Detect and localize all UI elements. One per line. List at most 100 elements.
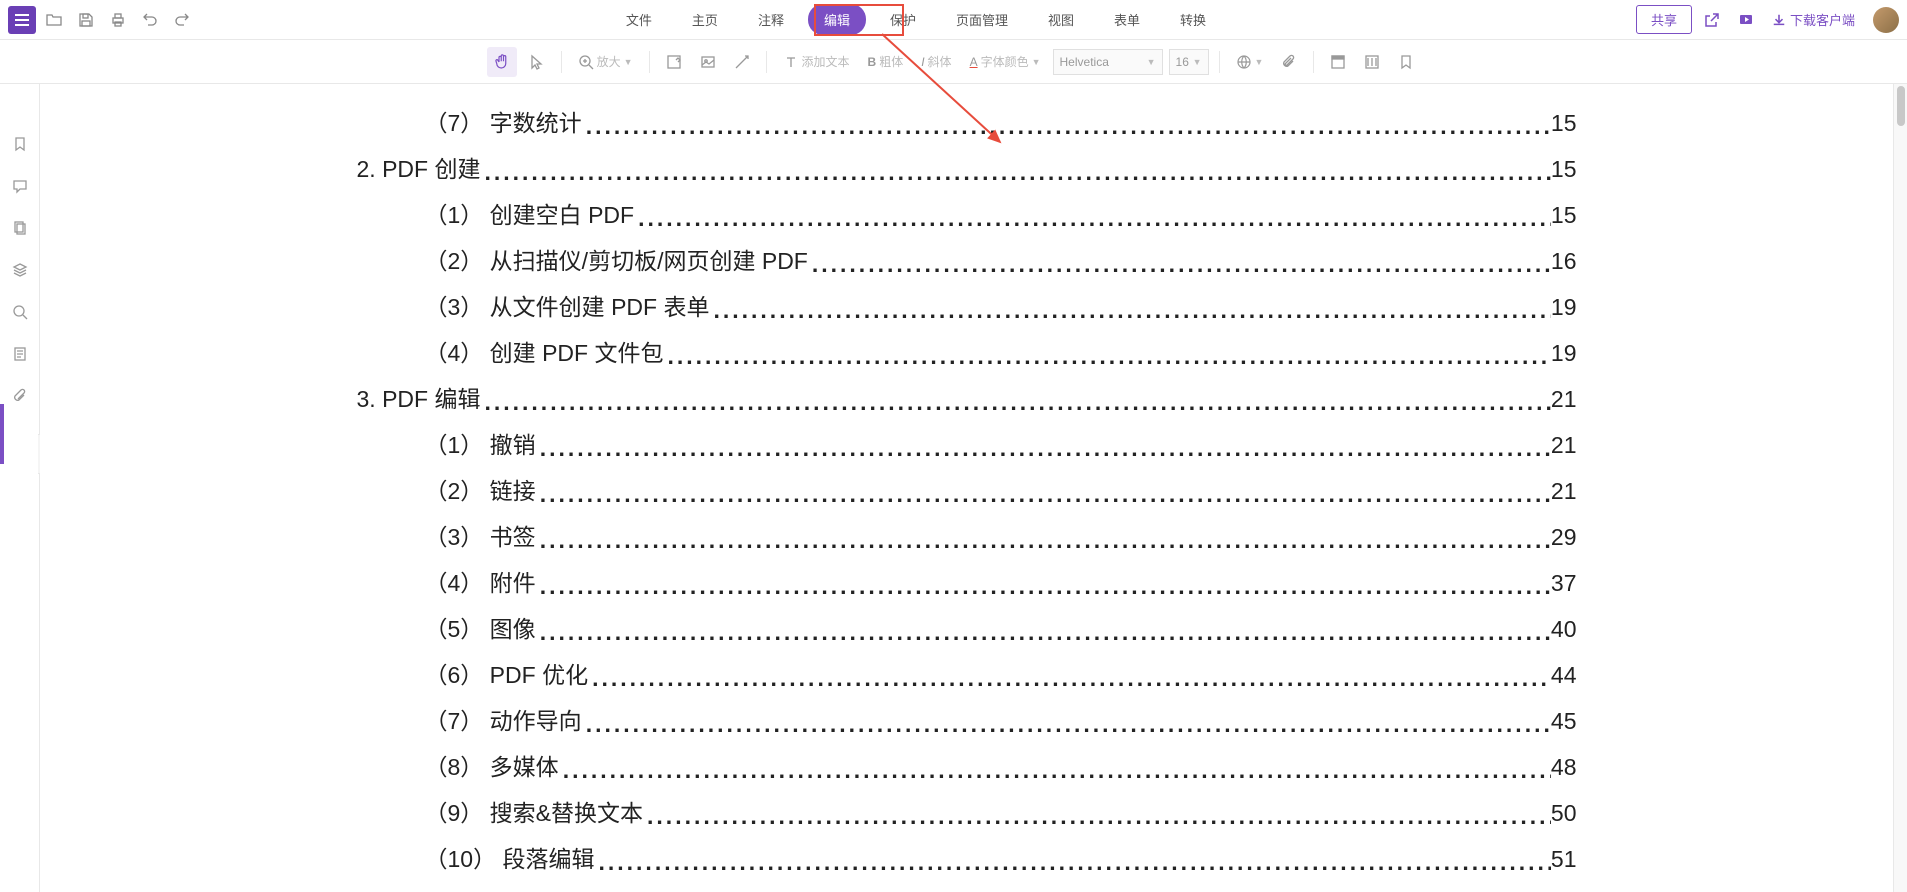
search-panel-icon[interactable]	[10, 302, 30, 322]
italic-tool[interactable]: I 斜体	[915, 47, 957, 77]
toc-label: （1） 撤销	[425, 426, 536, 460]
chevron-down-icon: ▼	[1032, 57, 1041, 67]
toc-line[interactable]: （3） 从文件创建 PDF 表单........................…	[357, 288, 1577, 322]
tab-convert[interactable]: 转换	[1164, 4, 1222, 35]
tab-edit[interactable]: 编辑	[808, 4, 866, 35]
tab-annotate[interactable]: 注释	[742, 4, 800, 35]
scrollbar-thumb[interactable]	[1897, 86, 1905, 126]
main-tabs: 文件 主页 注释 编辑 保护 页面管理 视图 表单 转换	[196, 4, 1636, 35]
toc-line[interactable]: 3. PDF 编辑...............................…	[357, 380, 1577, 414]
menu-icon[interactable]	[8, 6, 36, 34]
toc-line[interactable]: （10） 段落编辑...............................…	[357, 840, 1577, 874]
toc-label: （1） 创建空白 PDF	[425, 196, 635, 230]
toc-page: 21	[1551, 478, 1577, 505]
redo-icon[interactable]	[168, 6, 196, 34]
body: ▸ （7） 字数统计..............................…	[0, 84, 1907, 892]
avatar[interactable]	[1873, 7, 1899, 33]
toc-dots: ........................................…	[634, 212, 1551, 226]
document-canvas[interactable]: （7） 字数统计................................…	[40, 84, 1893, 892]
toc-page: 15	[1551, 202, 1577, 229]
toc-line[interactable]: （2） 链接..................................…	[357, 472, 1577, 506]
tab-form[interactable]: 表单	[1098, 4, 1156, 35]
toc-dots: ........................................…	[594, 856, 1550, 870]
font-family-select[interactable]: Helvetica ▼	[1053, 49, 1163, 75]
right-scrollbar[interactable]	[1893, 84, 1907, 892]
toc-line[interactable]: （7） 动作导向................................…	[357, 702, 1577, 736]
bookmark-tool[interactable]	[1392, 47, 1420, 77]
download-client-button[interactable]: 下载客户端	[1766, 10, 1861, 29]
attachment-tool[interactable]	[1275, 47, 1303, 77]
page: （7） 字数统计................................…	[317, 104, 1617, 874]
export-icon[interactable]	[1698, 6, 1726, 34]
toc-line[interactable]: （4） 附件..................................…	[357, 564, 1577, 598]
link-tool[interactable]	[728, 47, 756, 77]
toc-page: 21	[1551, 386, 1577, 413]
watermark-tool[interactable]	[1358, 47, 1386, 77]
font-size-select[interactable]: 16 ▼	[1169, 49, 1209, 75]
comment-panel-icon[interactable]	[10, 176, 30, 196]
toc-label: （4） 创建 PDF 文件包	[425, 334, 664, 368]
toc-line[interactable]: （4） 创建 PDF 文件包..........................…	[357, 334, 1577, 368]
font-color-tool[interactable]: A 字体颜色 ▼	[964, 47, 1047, 77]
attachment-panel-icon[interactable]	[10, 386, 30, 406]
hand-tool[interactable]	[487, 47, 517, 77]
left-sidebar: ▸	[0, 84, 40, 892]
toc-label: （5） 图像	[425, 610, 536, 644]
open-icon[interactable]	[40, 6, 68, 34]
toc-dots: ........................................…	[536, 534, 1551, 548]
tab-protect[interactable]: 保护	[874, 4, 932, 35]
layers-panel-icon[interactable]	[10, 260, 30, 280]
undo-icon[interactable]	[136, 6, 164, 34]
toc-line[interactable]: （1） 创建空白 PDF............................…	[357, 196, 1577, 230]
toc-line[interactable]: （6） PDF 优化..............................…	[357, 656, 1577, 690]
toc-page: 37	[1551, 570, 1577, 597]
header-footer-tool[interactable]	[1324, 47, 1352, 77]
form-panel-icon[interactable]	[10, 344, 30, 364]
tab-home[interactable]: 主页	[676, 4, 734, 35]
toc-page: 19	[1551, 294, 1577, 321]
toc-dots: ........................................…	[582, 120, 1551, 134]
zoom-tool[interactable]: 放大 ▼	[572, 47, 639, 77]
add-text-tool[interactable]: 添加文本	[777, 47, 856, 77]
toc-line[interactable]: （5） 图像..................................…	[357, 610, 1577, 644]
share-button[interactable]: 共享	[1636, 5, 1692, 34]
toc-dots: ........................................…	[588, 672, 1551, 686]
toc-line[interactable]: （2） 从扫描仪/剪切板/网页创建 PDF...................…	[357, 242, 1577, 276]
font-family-value: Helvetica	[1060, 55, 1109, 69]
toc-line[interactable]: （1） 撤销..................................…	[357, 426, 1577, 460]
image-tool[interactable]	[694, 47, 722, 77]
toc-line[interactable]: 2. PDF 创建...............................…	[357, 150, 1577, 184]
toc-dots: ........................................…	[536, 488, 1551, 502]
toc-label: （9） 搜索&替换文本	[425, 794, 644, 828]
italic-label: 斜体	[928, 53, 952, 70]
toc-page: 48	[1551, 754, 1577, 781]
present-icon[interactable]	[1732, 6, 1760, 34]
toc-dots: ........................................…	[808, 258, 1551, 272]
bookmark-panel-icon[interactable]	[10, 134, 30, 154]
bold-tool[interactable]: B 粗体	[862, 47, 910, 77]
topbar-left	[8, 6, 196, 34]
toc-label: 2. PDF 创建	[357, 150, 481, 184]
toc-page: 45	[1551, 708, 1577, 735]
toc-line[interactable]: （7） 字数统计................................…	[357, 104, 1577, 138]
toc-line[interactable]: （3） 书签..................................…	[357, 518, 1577, 552]
tab-view[interactable]: 视图	[1032, 4, 1090, 35]
save-icon[interactable]	[72, 6, 100, 34]
pages-panel-icon[interactable]	[10, 218, 30, 238]
toc-page: 19	[1551, 340, 1577, 367]
tab-file[interactable]: 文件	[610, 4, 668, 35]
toc-dots: ........................................…	[709, 304, 1550, 318]
zoom-label: 放大	[597, 53, 621, 70]
toc-page: 50	[1551, 800, 1577, 827]
toc-dots: ........................................…	[536, 626, 1551, 640]
toc-page: 40	[1551, 616, 1577, 643]
toc-page: 16	[1551, 248, 1577, 275]
print-icon[interactable]	[104, 6, 132, 34]
tab-pages[interactable]: 页面管理	[940, 4, 1024, 35]
toc-line[interactable]: （9） 搜索&替换文本.............................…	[357, 794, 1577, 828]
web-tool[interactable]: ▼	[1230, 47, 1270, 77]
edit-text-tool[interactable]	[660, 47, 688, 77]
chevron-down-icon: ▼	[1147, 57, 1156, 67]
select-tool[interactable]	[523, 47, 551, 77]
toc-line[interactable]: （8） 多媒体.................................…	[357, 748, 1577, 782]
